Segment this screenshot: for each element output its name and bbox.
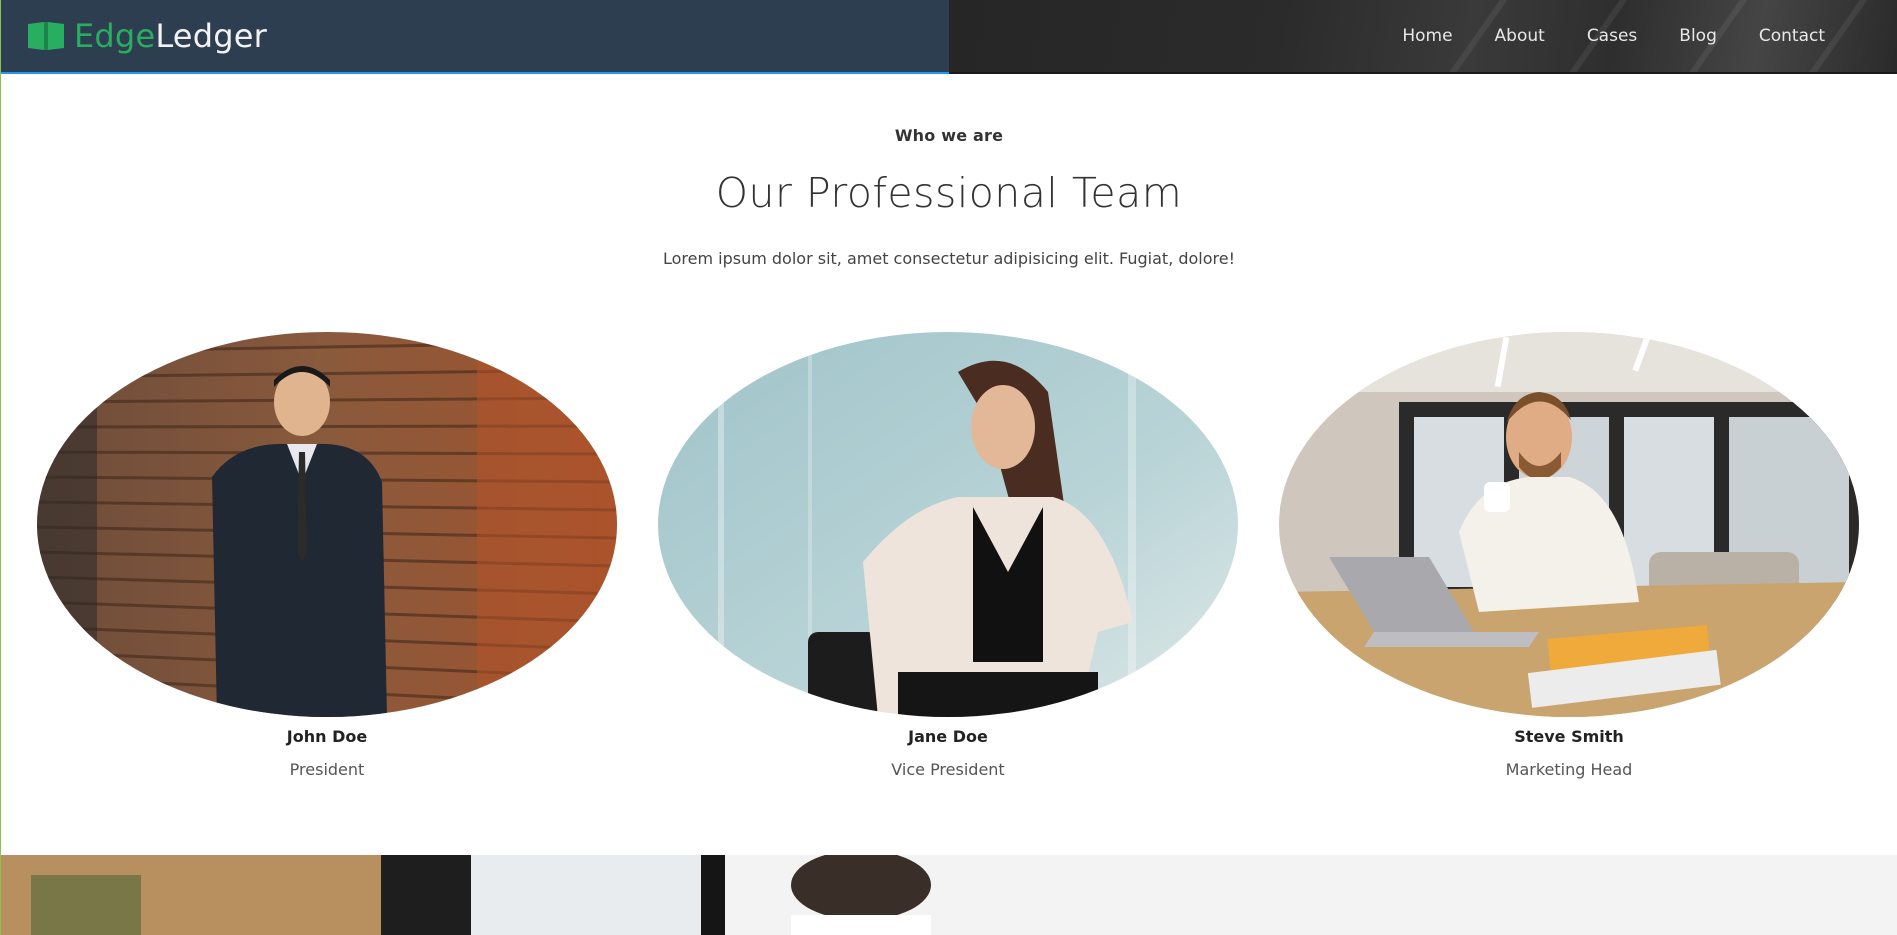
nav-links: Home About Cases Blog Contact bbox=[1381, 26, 1846, 46]
team-member-card: John Doe President bbox=[37, 332, 617, 779]
brand-name-edge: Edge bbox=[74, 17, 156, 55]
navbar-menu-area: Home About Cases Blog Contact bbox=[949, 0, 1897, 74]
navbar-brand-area: EdgeLedger bbox=[1, 0, 949, 74]
nav-link-cases[interactable]: Cases bbox=[1566, 26, 1658, 46]
team-member-role: Marketing Head bbox=[1505, 760, 1633, 779]
team-member-role: Vice President bbox=[891, 760, 1005, 779]
brand-logo[interactable]: EdgeLedger bbox=[27, 17, 267, 55]
section-eyebrow: Who we are bbox=[894, 126, 1004, 145]
team-member-name: John Doe bbox=[286, 727, 368, 746]
section-subtitle: Lorem ipsum dolor sit, amet consectetur … bbox=[662, 249, 1236, 268]
team-member-card: Jane Doe Vice President bbox=[658, 332, 1238, 779]
nav-link-contact[interactable]: Contact bbox=[1738, 26, 1846, 46]
bottom-section-panel bbox=[949, 855, 1897, 935]
brand-name-ledger: Ledger bbox=[155, 17, 267, 55]
team-member-name: Jane Doe bbox=[908, 727, 988, 746]
nav-link-about[interactable]: About bbox=[1474, 26, 1566, 46]
open-book-icon bbox=[28, 22, 64, 50]
team-member-role: President bbox=[289, 760, 365, 779]
bottom-section-image bbox=[1, 855, 949, 935]
team-member-photo bbox=[1279, 332, 1859, 717]
team-member-card: Steve Smith Marketing Head bbox=[1279, 332, 1859, 779]
nav-link-blog[interactable]: Blog bbox=[1658, 26, 1738, 46]
nav-link-home[interactable]: Home bbox=[1381, 26, 1473, 46]
section-title: Our Professional Team bbox=[715, 169, 1183, 217]
team-member-photo bbox=[37, 332, 617, 717]
team-member-name: Steve Smith bbox=[1514, 727, 1624, 746]
navbar: EdgeLedger Home About Cases Blog Contact bbox=[1, 0, 1897, 74]
team-member-photo bbox=[658, 332, 1238, 717]
